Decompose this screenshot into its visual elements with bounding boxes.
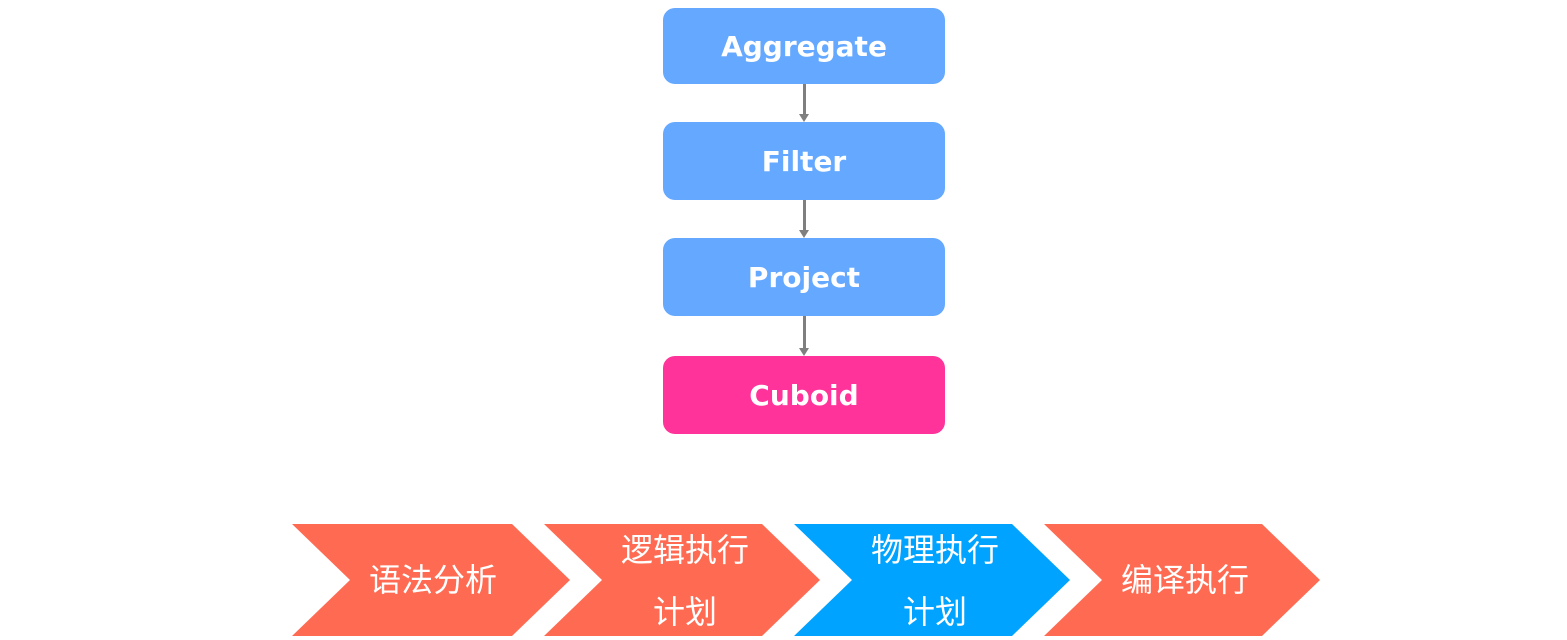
node-label: Cuboid xyxy=(749,378,859,412)
step-label: 编译执行 xyxy=(1102,556,1268,604)
pipeline-chevrons xyxy=(292,524,1320,636)
node-cuboid: Cuboid xyxy=(663,356,945,434)
node-label: Aggregate xyxy=(721,29,887,63)
node-aggregate: Aggregate xyxy=(663,8,945,84)
step-label: 物理执行 计划 xyxy=(852,526,1018,636)
edge-arrowhead xyxy=(799,114,809,122)
step-label-line1: 物理执行 xyxy=(870,531,999,569)
step-label: 逻辑执行 计划 xyxy=(602,526,768,636)
node-label: Project xyxy=(747,260,861,294)
edge-project-cuboid xyxy=(803,316,806,350)
edge-arrowhead xyxy=(799,348,809,356)
node-filter: Filter xyxy=(663,122,945,200)
edge-arrowhead xyxy=(799,230,809,238)
edge-filter-project xyxy=(803,200,806,232)
step-label-line1: 编译执行 xyxy=(1120,561,1249,599)
edge-aggregate-filter xyxy=(803,84,806,116)
step-label-line2: 计划 xyxy=(902,593,967,631)
query-plan-diagram: Aggregate Filter Project Cuboid 语法分析 逻辑执… xyxy=(0,0,1567,640)
step-label: 语法分析 xyxy=(350,556,516,604)
node-project: Project xyxy=(663,238,945,316)
step-label-line1: 逻辑执行 xyxy=(620,531,749,569)
step-label-line2: 计划 xyxy=(652,593,717,631)
node-label: Filter xyxy=(761,144,847,178)
step-label-line1: 语法分析 xyxy=(368,561,497,599)
